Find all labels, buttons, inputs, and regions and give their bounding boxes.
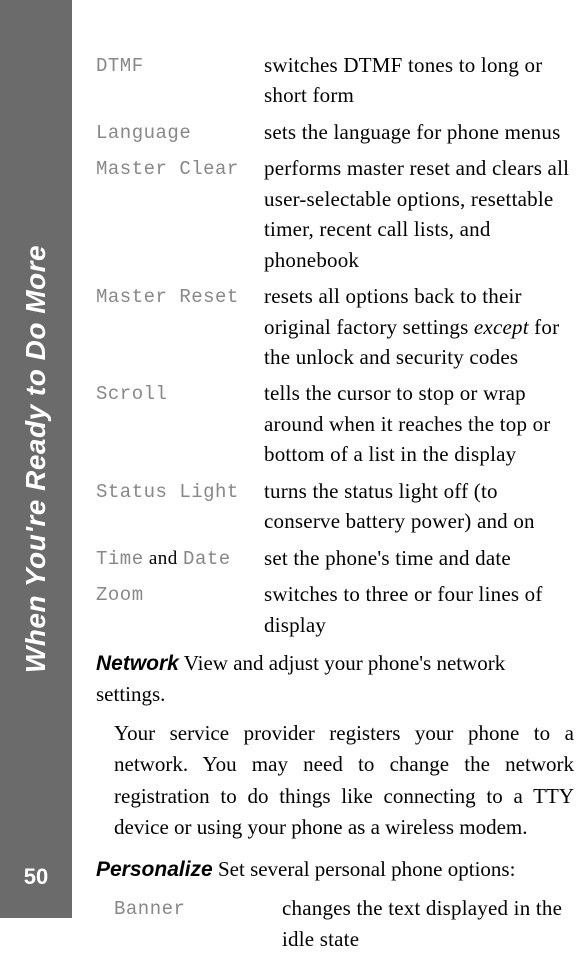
network-heading: Network <box>96 652 179 675</box>
desc: changes the text displayed in the idle s… <box>282 893 574 954</box>
network-body: Your service provider registers your pho… <box>114 718 574 844</box>
network-section: Network View and adjust your phone's net… <box>96 648 574 710</box>
personalize-heading: Personalize <box>96 858 213 881</box>
definition-row: Language sets the language for phone men… <box>96 117 574 148</box>
section-title: When You're Ready to Do More <box>20 245 52 673</box>
page-content: DTMF switches DTMF tones to long or shor… <box>96 50 574 960</box>
definition-row: Master Clear performs master reset and c… <box>96 153 574 275</box>
desc: switches DTMF tones to long or short for… <box>264 50 574 111</box>
term-language: Language <box>96 117 264 148</box>
term-banner: Banner <box>114 893 282 924</box>
definition-row: DTMF switches DTMF tones to long or shor… <box>96 50 574 111</box>
personalize-intro: Set several personal phone options: <box>213 857 516 881</box>
page-number: 50 <box>0 864 72 890</box>
desc: resets all options back to their origina… <box>264 281 574 372</box>
term-zoom: Zoom <box>96 579 264 610</box>
term-master-reset: Master Reset <box>96 281 264 312</box>
desc: sets the language for phone menus <box>264 117 574 147</box>
desc: switches to three or four lines of displ… <box>264 579 574 640</box>
definition-row: Zoom switches to three or four lines of … <box>96 579 574 640</box>
definition-row: Status Light turns the status light off … <box>96 476 574 537</box>
term-master-clear: Master Clear <box>96 153 264 184</box>
desc: set the phone's time and date <box>264 543 574 573</box>
desc: tells the cursor to stop or wrap around … <box>264 378 574 469</box>
term-dtmf: DTMF <box>96 50 264 81</box>
term-time-and-date: Time and Date <box>96 543 264 574</box>
term-scroll: Scroll <box>96 378 264 409</box>
definition-row: Scroll tells the cursor to stop or wrap … <box>96 378 574 469</box>
term-status-light: Status Light <box>96 476 264 507</box>
personalize-section: Personalize Set several personal phone o… <box>96 854 574 885</box>
definition-row: Master Reset resets all options back to … <box>96 281 574 372</box>
sidebar: When You're Ready to Do More 50 <box>0 0 72 918</box>
desc: performs master reset and clears all use… <box>264 153 574 275</box>
definition-row: Time and Date set the phone's time and d… <box>96 543 574 574</box>
desc: turns the status light off (to conserve … <box>264 476 574 537</box>
definition-row: Banner changes the text displayed in the… <box>114 893 574 954</box>
